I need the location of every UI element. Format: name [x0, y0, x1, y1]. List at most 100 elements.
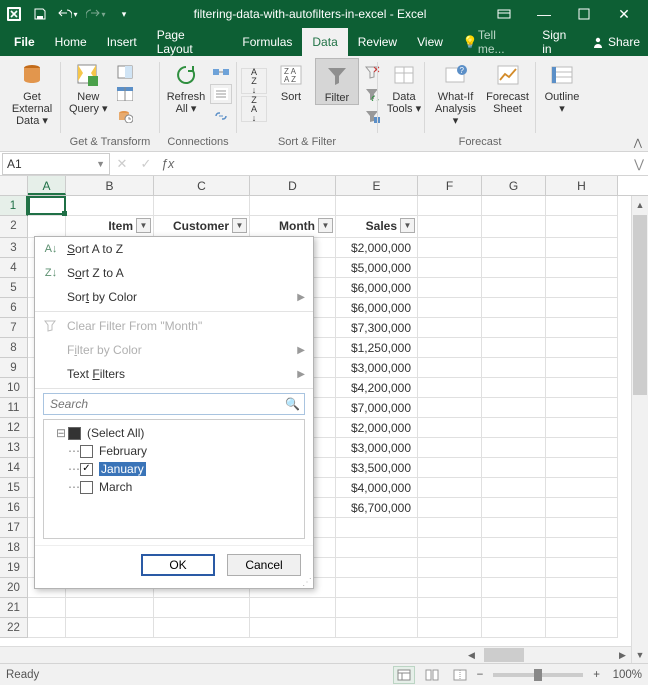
new-query-button[interactable]: New Query ▾	[65, 58, 112, 115]
cell[interactable]	[418, 598, 482, 618]
cell[interactable]	[546, 478, 618, 498]
filter-button[interactable]: Filter	[315, 58, 359, 105]
cell[interactable]	[546, 318, 618, 338]
tab-data[interactable]: Data	[302, 28, 347, 56]
cell[interactable]	[336, 518, 418, 538]
cell[interactable]	[482, 458, 546, 478]
cell[interactable]	[546, 538, 618, 558]
cell[interactable]	[418, 378, 482, 398]
row-header[interactable]: 10	[0, 378, 28, 398]
column-header[interactable]: H	[546, 176, 618, 195]
cell[interactable]	[482, 358, 546, 378]
cell[interactable]	[66, 598, 154, 618]
collapse-ribbon-icon[interactable]: ⋀	[634, 138, 642, 149]
cell[interactable]	[28, 216, 66, 238]
row-header[interactable]: 7	[0, 318, 28, 338]
cell[interactable]	[482, 558, 546, 578]
cell[interactable]	[546, 338, 618, 358]
select-all-corner[interactable]	[0, 176, 28, 195]
row-header[interactable]: 22	[0, 618, 28, 638]
cancel-formula-icon[interactable]: ✕	[110, 156, 134, 172]
cell[interactable]	[418, 238, 482, 258]
cell[interactable]	[546, 498, 618, 518]
zoom-thumb[interactable]	[534, 669, 542, 681]
filter-item-january[interactable]: ⋯January	[46, 460, 302, 478]
cell[interactable]	[28, 618, 66, 638]
checkbox-checked-icon[interactable]	[80, 463, 93, 476]
cell[interactable]	[482, 318, 546, 338]
minimize-icon[interactable]: —	[524, 0, 564, 28]
cell[interactable]: $2,000,000	[336, 418, 418, 438]
page-layout-view-icon[interactable]	[421, 666, 443, 684]
cell[interactable]	[546, 618, 618, 638]
whatif-button[interactable]: ?What-If Analysis ▾	[429, 58, 482, 127]
page-break-view-icon[interactable]	[449, 666, 471, 684]
row-header[interactable]: 21	[0, 598, 28, 618]
cell[interactable]	[546, 398, 618, 418]
cell[interactable]	[418, 298, 482, 318]
column-header[interactable]: C	[154, 176, 250, 195]
column-header[interactable]: E	[336, 176, 418, 195]
cell[interactable]: $6,000,000	[336, 278, 418, 298]
checkbox-icon[interactable]	[80, 445, 93, 458]
cell[interactable]	[418, 538, 482, 558]
cell[interactable]	[546, 418, 618, 438]
cell[interactable]	[546, 558, 618, 578]
filter-dropdown-icon[interactable]: ▼	[232, 218, 247, 233]
cell[interactable]: $3,000,000	[336, 438, 418, 458]
maximize-icon[interactable]	[564, 0, 604, 28]
cell[interactable]	[154, 618, 250, 638]
cell[interactable]	[546, 598, 618, 618]
cell[interactable]	[482, 418, 546, 438]
sign-in[interactable]: Sign in	[534, 28, 584, 56]
cell[interactable]	[28, 196, 66, 216]
cell[interactable]: Customer▼	[154, 216, 250, 238]
cell[interactable]	[418, 418, 482, 438]
vscroll-thumb[interactable]	[633, 215, 647, 395]
cell[interactable]	[418, 318, 482, 338]
cell[interactable]	[418, 196, 482, 216]
cell[interactable]	[418, 478, 482, 498]
cell[interactable]	[482, 398, 546, 418]
resize-grip-icon[interactable]: ⋰	[302, 580, 311, 586]
cell[interactable]	[418, 558, 482, 578]
cell[interactable]: Item▼	[66, 216, 154, 238]
cell[interactable]	[250, 618, 336, 638]
row-header[interactable]: 16	[0, 498, 28, 518]
sort-asc-icon[interactable]: AZ↓	[241, 68, 267, 94]
cell[interactable]	[482, 618, 546, 638]
cell[interactable]	[546, 258, 618, 278]
cell[interactable]: $3,500,000	[336, 458, 418, 478]
ok-button[interactable]: OK	[141, 554, 215, 576]
cell[interactable]	[546, 378, 618, 398]
cell[interactable]	[482, 298, 546, 318]
share-button[interactable]: Share	[584, 28, 648, 56]
tell-me[interactable]: 💡 Tell me...	[453, 28, 534, 56]
close-icon[interactable]: ✕	[604, 0, 644, 28]
scroll-down-icon[interactable]: ▼	[632, 646, 648, 663]
cell[interactable]: $1,250,000	[336, 338, 418, 358]
cell[interactable]	[546, 358, 618, 378]
cell[interactable]	[418, 518, 482, 538]
zoom-level[interactable]: 100%	[606, 669, 642, 681]
cell[interactable]: $7,000,000	[336, 398, 418, 418]
cell[interactable]	[418, 498, 482, 518]
cell[interactable]	[546, 238, 618, 258]
column-header[interactable]: D	[250, 176, 336, 195]
properties-icon[interactable]	[210, 84, 232, 104]
cell[interactable]	[418, 438, 482, 458]
cell[interactable]	[418, 338, 482, 358]
cell[interactable]	[154, 196, 250, 216]
formula-input[interactable]	[177, 153, 630, 175]
cell[interactable]	[336, 558, 418, 578]
filter-item-february[interactable]: ⋯February	[46, 442, 302, 460]
name-box[interactable]: A1▼	[2, 153, 110, 175]
cell[interactable]	[66, 196, 154, 216]
filter-item-select-all[interactable]: ⊟(Select All)	[46, 424, 302, 442]
scroll-up-icon[interactable]: ▲	[632, 196, 648, 213]
cell[interactable]: Month▼	[250, 216, 336, 238]
cell[interactable]: $5,000,000	[336, 258, 418, 278]
cell[interactable]	[250, 598, 336, 618]
cell[interactable]	[546, 458, 618, 478]
scroll-left-icon[interactable]: ◀	[463, 650, 480, 661]
